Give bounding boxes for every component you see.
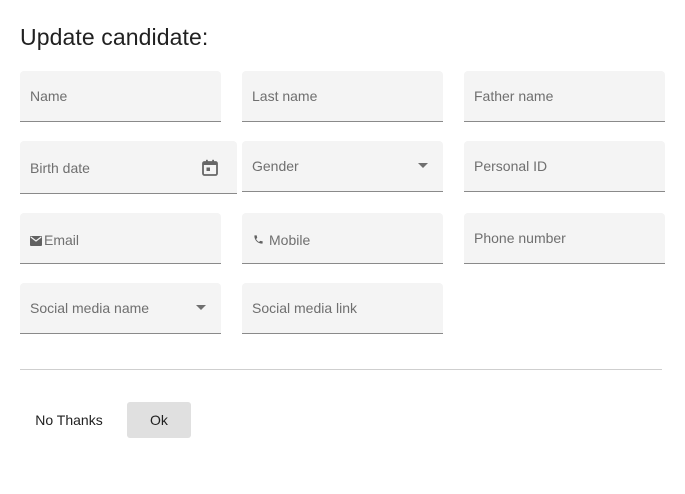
calendar-icon[interactable] — [201, 159, 219, 182]
gender-placeholder: Gender — [252, 158, 299, 174]
social-media-link-placeholder: Social media link — [252, 300, 358, 316]
update-candidate-dialog: Update candidate: Name Last name Father … — [0, 0, 685, 494]
last-name-field[interactable]: Last name — [242, 71, 443, 122]
birth-date-placeholder: Birth date — [30, 160, 90, 176]
dropdown-arrow-icon — [196, 305, 206, 310]
envelope-icon — [30, 233, 42, 251]
social-media-link-field[interactable]: Social media link — [242, 283, 443, 334]
personal-id-field[interactable]: Personal ID — [464, 141, 665, 192]
name-placeholder: Name — [30, 88, 68, 104]
phone-number-placeholder: Phone number — [474, 230, 566, 246]
dropdown-arrow-icon — [418, 163, 428, 168]
divider — [20, 369, 662, 370]
gender-select[interactable]: Gender — [242, 141, 443, 192]
mobile-field[interactable]: Mobile — [242, 213, 443, 264]
name-field[interactable]: Name — [20, 71, 221, 122]
phone-icon — [253, 232, 264, 250]
social-media-name-select[interactable]: Social media name — [20, 283, 221, 334]
father-name-placeholder: Father name — [474, 88, 554, 104]
personal-id-placeholder: Personal ID — [474, 158, 548, 174]
ok-button[interactable]: Ok — [127, 402, 191, 438]
social-media-name-placeholder: Social media name — [30, 300, 150, 316]
email-field[interactable]: Email — [20, 213, 221, 264]
no-thanks-button[interactable]: No Thanks — [24, 402, 114, 438]
last-name-placeholder: Last name — [252, 88, 318, 104]
email-placeholder: Email — [44, 232, 80, 248]
dialog-title: Update candidate: — [20, 24, 209, 50]
father-name-field[interactable]: Father name — [464, 71, 665, 122]
phone-number-field[interactable]: Phone number — [464, 213, 665, 264]
mobile-placeholder: Mobile — [269, 232, 311, 248]
birth-date-field[interactable]: Birth date — [20, 141, 237, 194]
